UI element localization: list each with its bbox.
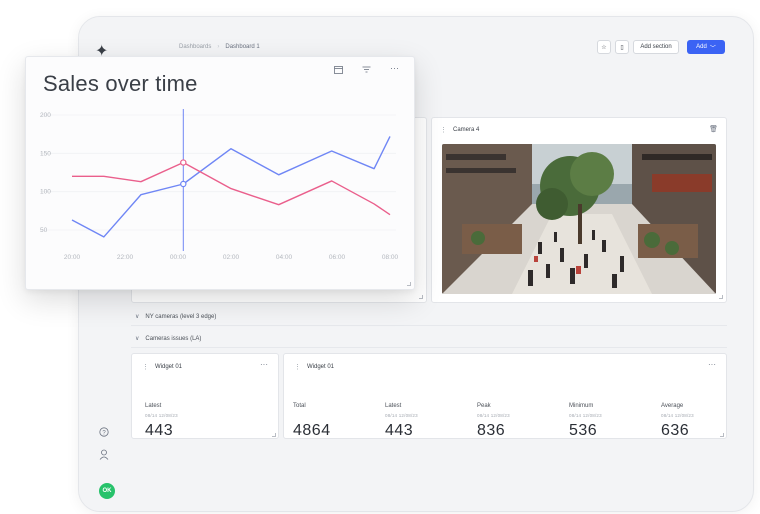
stat-average: Average 08/14 12/08/23 636 (661, 403, 694, 440)
stat-label: Average (661, 403, 684, 409)
breadcrumb-separator-icon: › (217, 44, 220, 50)
more-icon[interactable]: ··· (708, 360, 716, 369)
add-section-button[interactable]: Add section (633, 40, 679, 54)
chevron-down-icon: ﹀ (709, 45, 716, 52)
resize-handle[interactable] (720, 433, 724, 437)
sales-chart-card: Sales over time ··· 50 100 150 200 20:00 22:0… (25, 56, 415, 290)
y-tick-label: 200 (40, 112, 51, 119)
stat-value: 636 (661, 422, 690, 439)
stat-value: 4864 (293, 422, 331, 439)
top-bar: Dashboards › Dashboard 1 ☆ ▯ Add section A… (123, 17, 753, 61)
resize-handle[interactable] (407, 282, 411, 286)
more-icon[interactable]: ··· (260, 360, 268, 369)
stat-date: 08/14 12/08/23 (145, 413, 178, 418)
camera-header: ⋮ Camera 4 (440, 126, 479, 134)
stat-latest: Latest 08/14 12/08/23 443 (385, 403, 418, 440)
widget-small-stat: Latest 08/14 12/08/23 443 (145, 403, 178, 440)
breadcrumb: Dashboards › Dashboard 1 (179, 44, 260, 50)
stat-label: Latest (145, 403, 162, 409)
widget-large-header: ⋮ Widget 01 (294, 363, 334, 371)
chevron-down-icon: ∨ (135, 314, 140, 320)
stat-label: Peak (477, 403, 491, 409)
stat-value: 836 (477, 422, 506, 439)
stat-value: 536 (569, 422, 598, 439)
screenshot-stage: ✦ ? OK Dashboards › Dashboard 1 ☆ ▯ Add se… (0, 0, 760, 514)
widget-large-title: Widget 01 (307, 364, 335, 370)
stat-total: Total 4864 (293, 403, 331, 440)
chevron-down-icon: ∨ (135, 336, 140, 342)
stat-value: 443 (145, 422, 174, 439)
stat-value: 443 (385, 422, 414, 439)
add-button-label: Add (696, 44, 707, 50)
section-row-ny[interactable]: ∨ NY cameras (level 3 edge) (135, 313, 217, 321)
resize-handle[interactable] (272, 433, 276, 437)
section-label: Cameras issues (LA) (145, 335, 202, 342)
x-tick-label: 22:00 (117, 254, 134, 261)
y-tick-label: 100 (40, 189, 51, 196)
x-tick-label: 02:00 (223, 254, 240, 261)
camera-feed-image (442, 144, 716, 294)
star-icon: ☆ (601, 44, 607, 51)
stat-label: Minimum (569, 403, 594, 409)
x-tick-label: 08:00 (382, 254, 399, 261)
camera-title: Camera 4 (453, 127, 480, 133)
section-label: NY cameras (level 3 edge) (145, 313, 217, 320)
drag-icon[interactable]: ⋮ (142, 363, 149, 371)
avatar[interactable]: OK (99, 483, 115, 499)
hover-point (180, 180, 187, 188)
stat-date: 08/14 12/08/23 (569, 413, 602, 418)
series-line-pink (72, 161, 391, 216)
drag-icon[interactable]: ⋮ (294, 363, 301, 371)
y-tick-label: 50 (40, 227, 48, 234)
x-tick-label: 04:00 (276, 254, 293, 261)
breadcrumb-parent[interactable]: Dashboards (179, 44, 211, 50)
hover-point (180, 159, 187, 166)
resize-handle[interactable] (719, 295, 723, 299)
divider (131, 347, 727, 348)
help-icon[interactable]: ? (99, 427, 109, 440)
x-tick-label: 06:00 (329, 254, 346, 261)
resize-handle[interactable] (419, 295, 423, 299)
stat-peak: Peak 08/14 12/08/23 836 (477, 403, 510, 440)
stat-label: Latest (385, 403, 402, 409)
drag-icon[interactable]: ⋮ (440, 126, 447, 134)
section-row-la[interactable]: ∨ Cameras issues (LA) (135, 335, 202, 343)
x-tick-label: 20:00 (64, 254, 81, 261)
star-button[interactable]: ☆ (597, 40, 611, 54)
bell-button[interactable]: ▯ (615, 40, 629, 54)
stat-date (293, 413, 331, 418)
stat-date: 08/14 12/08/23 (385, 413, 418, 418)
add-button[interactable]: Add ﹀ (687, 40, 725, 54)
widget-small-title: Widget 01 (155, 364, 183, 370)
divider (131, 325, 727, 326)
widget-small-header: ⋮ Widget 01 (142, 363, 182, 371)
camera-card: ⋮ Camera 4 🗑 (431, 117, 727, 303)
bell-icon: ▯ (620, 44, 624, 51)
line-chart: 50 100 150 200 20:00 22:00 00:00 02:00 04:00 06:0… (40, 109, 399, 261)
stat-date: 08/14 12/08/23 (477, 413, 510, 418)
user-icon[interactable] (99, 449, 109, 463)
breadcrumb-current: Dashboard 1 (225, 44, 260, 50)
x-tick-label: 00:00 (170, 254, 187, 261)
y-tick-label: 150 (40, 150, 51, 157)
stat-label: Total (293, 403, 306, 409)
trash-icon[interactable]: 🗑 (709, 125, 718, 133)
stat-date: 08/14 12/08/23 (661, 413, 694, 418)
stat-minimum: Minimum 08/14 12/08/23 536 (569, 403, 602, 440)
